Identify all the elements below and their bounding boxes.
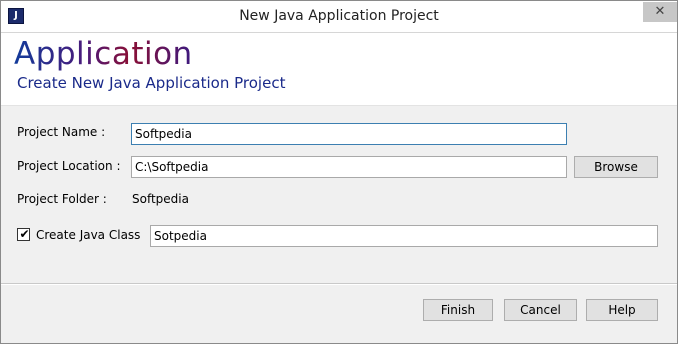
window-title: New Java Application Project	[239, 8, 439, 24]
header-title: Application	[14, 36, 193, 72]
create-java-class-checkbox[interactable]: ✔	[17, 227, 30, 241]
project-location-input[interactable]: C:\Softpedia	[131, 156, 567, 178]
cancel-button[interactable]: Cancel	[504, 299, 577, 321]
finish-button[interactable]: Finish	[423, 299, 493, 321]
project-folder-label: Project Folder :	[17, 192, 107, 206]
footer-divider-highlight	[1, 284, 677, 285]
help-button[interactable]: Help	[586, 299, 658, 321]
project-location-label: Project Location :	[17, 159, 121, 173]
create-java-class-label[interactable]: Create Java Class	[36, 227, 140, 243]
project-name-label: Project Name :	[17, 125, 106, 139]
browse-button[interactable]: Browse	[574, 156, 658, 178]
project-folder-value: Softpedia	[132, 192, 189, 206]
header-banner: Application Create New Java Application …	[1, 33, 677, 106]
title-bar[interactable]: J New Java Application Project ✕	[1, 1, 677, 33]
project-name-input[interactable]: Softpedia	[131, 123, 567, 145]
close-button[interactable]: ✕	[643, 2, 677, 22]
checkmark-icon: ✔	[19, 227, 30, 241]
java-class-name-input[interactable]: Sotpedia	[150, 225, 658, 247]
header-subtitle: Create New Java Application Project	[17, 74, 286, 92]
dialog-window: J New Java Application Project ✕ Applica…	[0, 0, 678, 344]
